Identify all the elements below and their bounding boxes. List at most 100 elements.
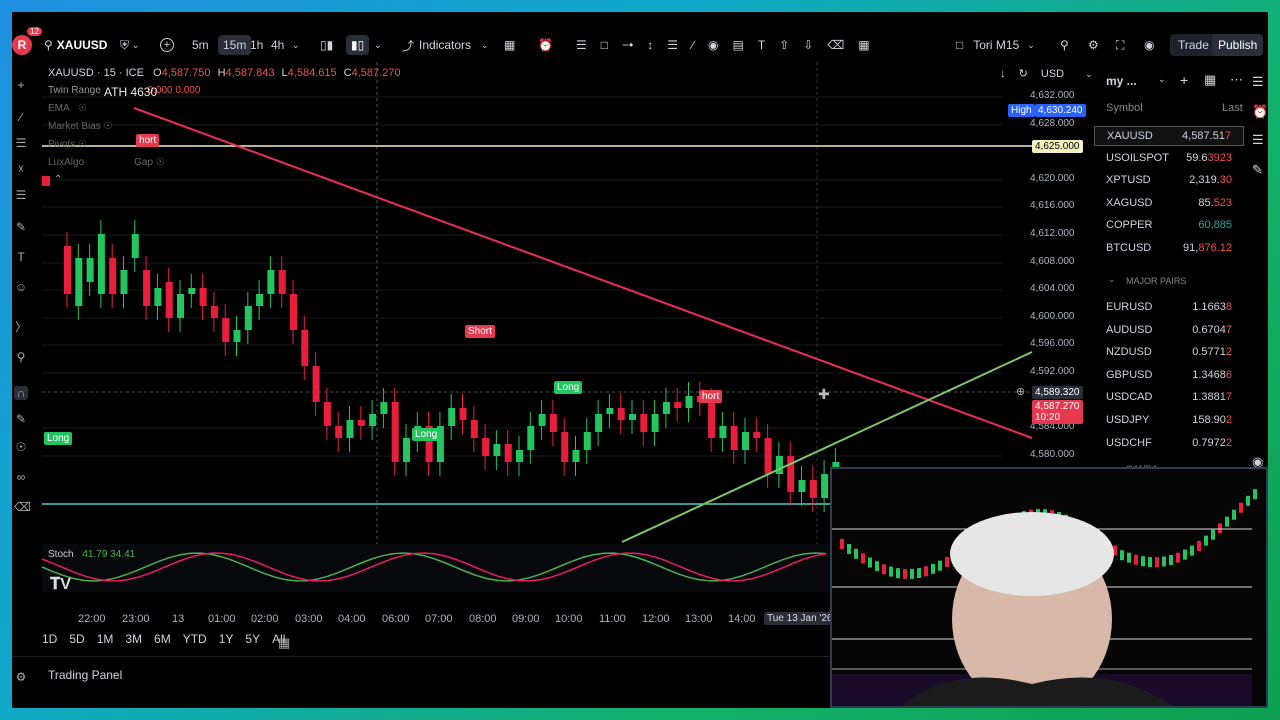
luxalgo-indicator[interactable]: LuxAlgo Gap ☉ [48,157,165,168]
add-symbol-button[interactable]: + [160,32,174,58]
range-button[interactable]: 5D [69,632,84,654]
brush-icon[interactable]: ✎ [14,220,28,234]
watchlist-row[interactable]: BTCUSD 91,876.12 [1094,239,1244,259]
trade-label[interactable]: Trade [1170,34,1217,56]
watchlist-row[interactable]: GBPUSD 1.34686 [1094,366,1244,386]
eye-hidden-icon[interactable]: ☉ [104,121,113,132]
layers-icon[interactable]: ☰ [1252,132,1264,148]
trend-line-icon[interactable]: ∕ [692,38,694,52]
interval-label-active[interactable]: 15m [218,35,252,55]
chart-type-dropdown[interactable]: ⌄ [374,32,382,58]
watchlist-row[interactable]: NZDUSD 0.57712 [1094,343,1244,363]
trash-icon[interactable]: ⌫ [14,500,31,514]
add-symbol-icon[interactable]: + [1180,72,1188,88]
level-price-tag[interactable]: 4,625.000 [1032,140,1083,153]
eye-hidden-icon[interactable]: ☉ [156,157,165,168]
eye-icon[interactable]: ☉ [14,440,28,454]
trade-button[interactable]: Trade [1170,32,1217,58]
eye-hidden-icon[interactable]: ☉ [78,103,87,114]
horizontal-ray-icon[interactable]: ☰ [576,38,587,52]
indicators-button[interactable]: ⤴ Indicators ⌄ [402,32,489,58]
watchlist-grid-icon[interactable]: ▦ [1204,72,1216,88]
bar-style-button[interactable]: ▯▮ [320,32,333,58]
notes-icon[interactable]: ✎ [1252,162,1263,178]
pattern-icon[interactable]: ☓ [14,162,28,176]
publish-button[interactable]: Publish [1212,32,1264,58]
interval-1h[interactable]: 1h [250,32,263,58]
alert-button[interactable]: ⏰ [538,32,553,58]
rectangle-icon[interactable]: □ [601,38,608,52]
chevron-up-icon[interactable]: ⌃ [54,174,62,185]
arrow-down-icon[interactable]: ↓ [1000,68,1006,80]
search-tool-button[interactable]: ⚲ [1060,32,1069,58]
interval-label[interactable]: 5m [192,38,209,52]
symbol-search[interactable]: ⚲ XAUUSD [44,32,107,58]
section-major-pairs[interactable]: MAJOR PAIRS [1126,276,1186,286]
fullscreen-button[interactable]: ⛶ [1116,32,1124,58]
range-button[interactable]: 6M [154,632,171,654]
avatar[interactable]: R [12,35,32,55]
col-symbol-header[interactable]: Symbol [1106,102,1143,114]
watchlist-row[interactable]: USDJPY 158.902 [1094,411,1244,431]
indicators-label[interactable]: Indicators [419,38,471,52]
arrow-down-icon[interactable]: ⇩ [803,38,813,52]
publish-label[interactable]: Publish [1212,34,1264,56]
eye-hidden-icon[interactable]: ☉ [78,139,87,150]
watchlist-row[interactable]: EURUSD 1.16638 [1094,298,1244,318]
chart-type-button[interactable]: ▮▯ [346,32,370,58]
market-bias-indicator[interactable]: Market Bias ☉ [48,121,113,132]
watchlist-row[interactable]: AUDUSD 0.67047 [1094,321,1244,341]
add-alert-icon[interactable]: ⊕ [1016,385,1025,398]
range-button[interactable]: 3M [125,632,142,654]
user-avatar[interactable]: R 12 [12,26,43,58]
stoch-legend[interactable]: Stoch 41.79 34.41 [48,549,135,560]
range-button[interactable]: 1Y [219,632,234,654]
table-icon[interactable]: ▦ [858,38,869,52]
eraser-icon[interactable]: ⌫ [827,38,844,52]
interval-4h[interactable]: 4h [271,32,284,58]
target-icon[interactable]: ◉ [708,38,718,52]
watchlist-row[interactable]: COPPER 60,885 [1094,216,1244,236]
watchlist-icon[interactable]: ☰ [1252,74,1264,90]
magnet-icon[interactable]: ∩ [14,386,28,400]
layouts-button[interactable]: ▦ [504,32,515,58]
watchlist-row[interactable]: XAUUSD 4,587.517 [1094,126,1244,146]
projection-icon[interactable]: ☰ [14,188,28,202]
zoom-icon[interactable]: ⚲ [14,350,28,364]
interval-15m[interactable]: 15m [218,32,252,58]
collapse-marker[interactable] [42,176,50,186]
ruler-icon[interactable]: 〉 [14,320,28,334]
chevron-down-icon[interactable]: ⌄ [1158,74,1166,85]
parallel-channel-icon[interactable]: ☰ [667,38,678,52]
crosshair-icon[interactable]: + [14,78,28,92]
emoji-icon[interactable]: ☺ [14,280,28,294]
watchlist-title[interactable]: my ... [1106,74,1137,88]
ema-indicator[interactable]: EMA ☉ [48,103,87,114]
range-button[interactable]: 5Y [245,632,260,654]
settings-button[interactable]: ⚙ [1088,32,1099,58]
calendar-icon[interactable]: ▦ [278,635,290,651]
watchlist-row[interactable]: USOILSPOT 59.63923 [1094,149,1244,169]
watchlist-row[interactable]: USDCHF 0.79722 [1094,434,1244,454]
trend-line-icon[interactable]: ∕ [14,110,28,124]
symbol-name[interactable]: XAUUSD [57,38,108,52]
arrow-up-icon[interactable]: ⇧ [779,38,789,52]
refresh-icon[interactable]: ↻ [1019,68,1028,80]
interval-label[interactable]: 1h [250,38,263,52]
shield-dropdown[interactable]: ⛨ ⌄ [120,32,140,58]
range-button[interactable]: YTD [183,632,207,654]
text-icon[interactable]: T [14,250,28,264]
range-button[interactable]: 1M [97,632,114,654]
settings-icon[interactable]: ⚙ [14,670,28,684]
cross-line-icon[interactable]: −• [622,38,633,52]
interval-dropdown[interactable]: ⌄ [292,32,300,58]
interval-5m[interactable]: 5m [192,32,209,58]
vertical-line-icon[interactable]: ↕ [647,38,653,52]
currency-selector[interactable]: USD [1041,68,1064,80]
more-icon[interactable]: ⋯ [1230,72,1243,88]
interval-label[interactable]: 4h [271,38,284,52]
link-icon[interactable]: ∞ [14,470,28,484]
col-last-header[interactable]: Last [1222,102,1243,114]
text-icon[interactable]: T [758,38,765,52]
alerts-icon[interactable]: ⏰ [1252,104,1268,120]
